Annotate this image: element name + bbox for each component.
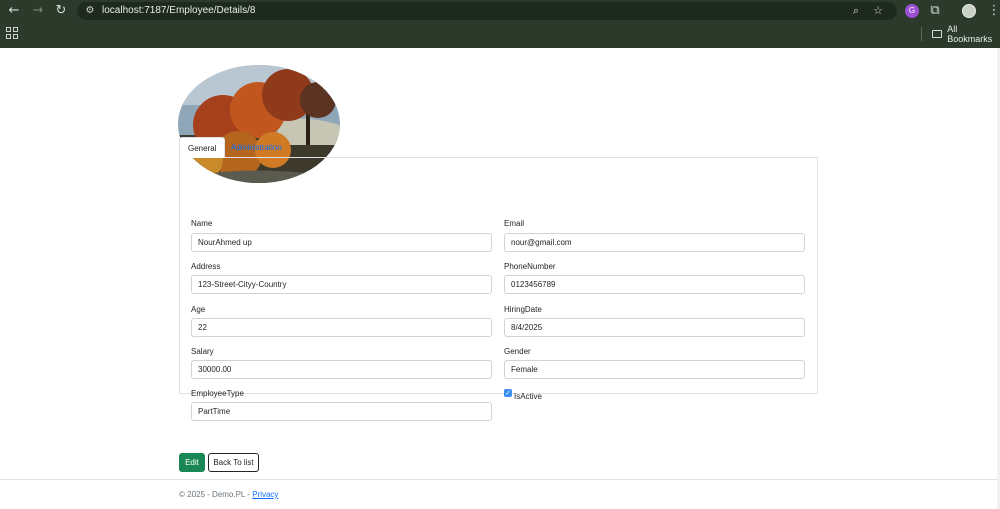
folder-icon bbox=[932, 30, 943, 38]
details-tabs: General Administration bbox=[179, 137, 818, 158]
star-icon[interactable]: ☆ bbox=[871, 4, 885, 18]
back-arrow-icon[interactable]: ← bbox=[6, 3, 22, 19]
search-icon[interactable]: ⌕ bbox=[849, 4, 863, 18]
tab-general[interactable]: General bbox=[179, 137, 226, 158]
salary-field[interactable]: 30000.00 bbox=[191, 360, 492, 379]
gender-label: Gender bbox=[504, 347, 531, 356]
name-label: Name bbox=[191, 219, 213, 228]
forward-arrow-icon[interactable]: → bbox=[30, 3, 46, 19]
extension-icon[interactable]: G bbox=[905, 4, 919, 18]
is-active-label: IsActive bbox=[514, 392, 543, 401]
hiring-date-label: HiringDate bbox=[504, 305, 542, 314]
footer: © 2025 - Demo.PL - Privacy bbox=[179, 490, 278, 499]
browser-toolbar: ← → ↻ ⚙ localhost:7187/Employee/Details/… bbox=[0, 0, 1000, 22]
employee-type-label: EmployeeType bbox=[191, 389, 244, 398]
gender-field[interactable]: Female bbox=[504, 360, 805, 379]
name-field[interactable]: NourAhmed up bbox=[191, 233, 492, 252]
kebab-menu-icon[interactable]: ⋮ bbox=[986, 3, 1000, 19]
edit-button[interactable]: Edit bbox=[179, 453, 205, 472]
puzzle-icon[interactable]: ⧉ bbox=[927, 3, 943, 19]
apps-grid-icon[interactable] bbox=[6, 27, 18, 39]
privacy-link[interactable]: Privacy bbox=[252, 490, 278, 499]
salary-label: Salary bbox=[191, 347, 214, 356]
bookmarks-bar: All Bookmarks bbox=[0, 22, 1000, 48]
phone-number-label: PhoneNumber bbox=[504, 262, 556, 271]
hiring-date-field[interactable]: 8/4/2025 bbox=[504, 318, 805, 337]
age-field[interactable]: 22 bbox=[191, 318, 492, 337]
address-label: Address bbox=[191, 262, 221, 271]
all-bookmarks-button[interactable]: All Bookmarks bbox=[932, 24, 1000, 44]
address-field[interactable]: 123-Street-Cityy-Country bbox=[191, 275, 492, 294]
tab-administration[interactable]: Administration bbox=[223, 137, 290, 158]
footer-divider bbox=[0, 479, 1000, 480]
phone-number-field[interactable]: 0123456789 bbox=[504, 275, 805, 294]
bookmarks-separator bbox=[921, 27, 922, 41]
site-info-icon[interactable]: ⚙ bbox=[83, 4, 97, 18]
employee-type-field[interactable]: PartTime bbox=[191, 402, 492, 421]
browser-chrome: ← → ↻ ⚙ localhost:7187/Employee/Details/… bbox=[0, 0, 1000, 48]
is-active-checkbox[interactable]: ✓ bbox=[504, 389, 512, 397]
address-bar[interactable]: ⚙ localhost:7187/Employee/Details/8 ⌕ ☆ bbox=[77, 2, 897, 20]
email-field[interactable]: nour@gmail.com bbox=[504, 233, 805, 252]
url-text[interactable]: localhost:7187/Employee/Details/8 bbox=[102, 4, 255, 18]
email-label: Email bbox=[504, 219, 525, 228]
all-bookmarks-label: All Bookmarks bbox=[947, 24, 993, 44]
avatar[interactable] bbox=[962, 4, 976, 18]
back-to-list-button[interactable]: Back To list bbox=[208, 453, 259, 472]
footer-text: © 2025 - Demo.PL - bbox=[179, 490, 253, 499]
age-label: Age bbox=[191, 305, 206, 314]
reload-icon[interactable]: ↻ bbox=[53, 3, 69, 19]
